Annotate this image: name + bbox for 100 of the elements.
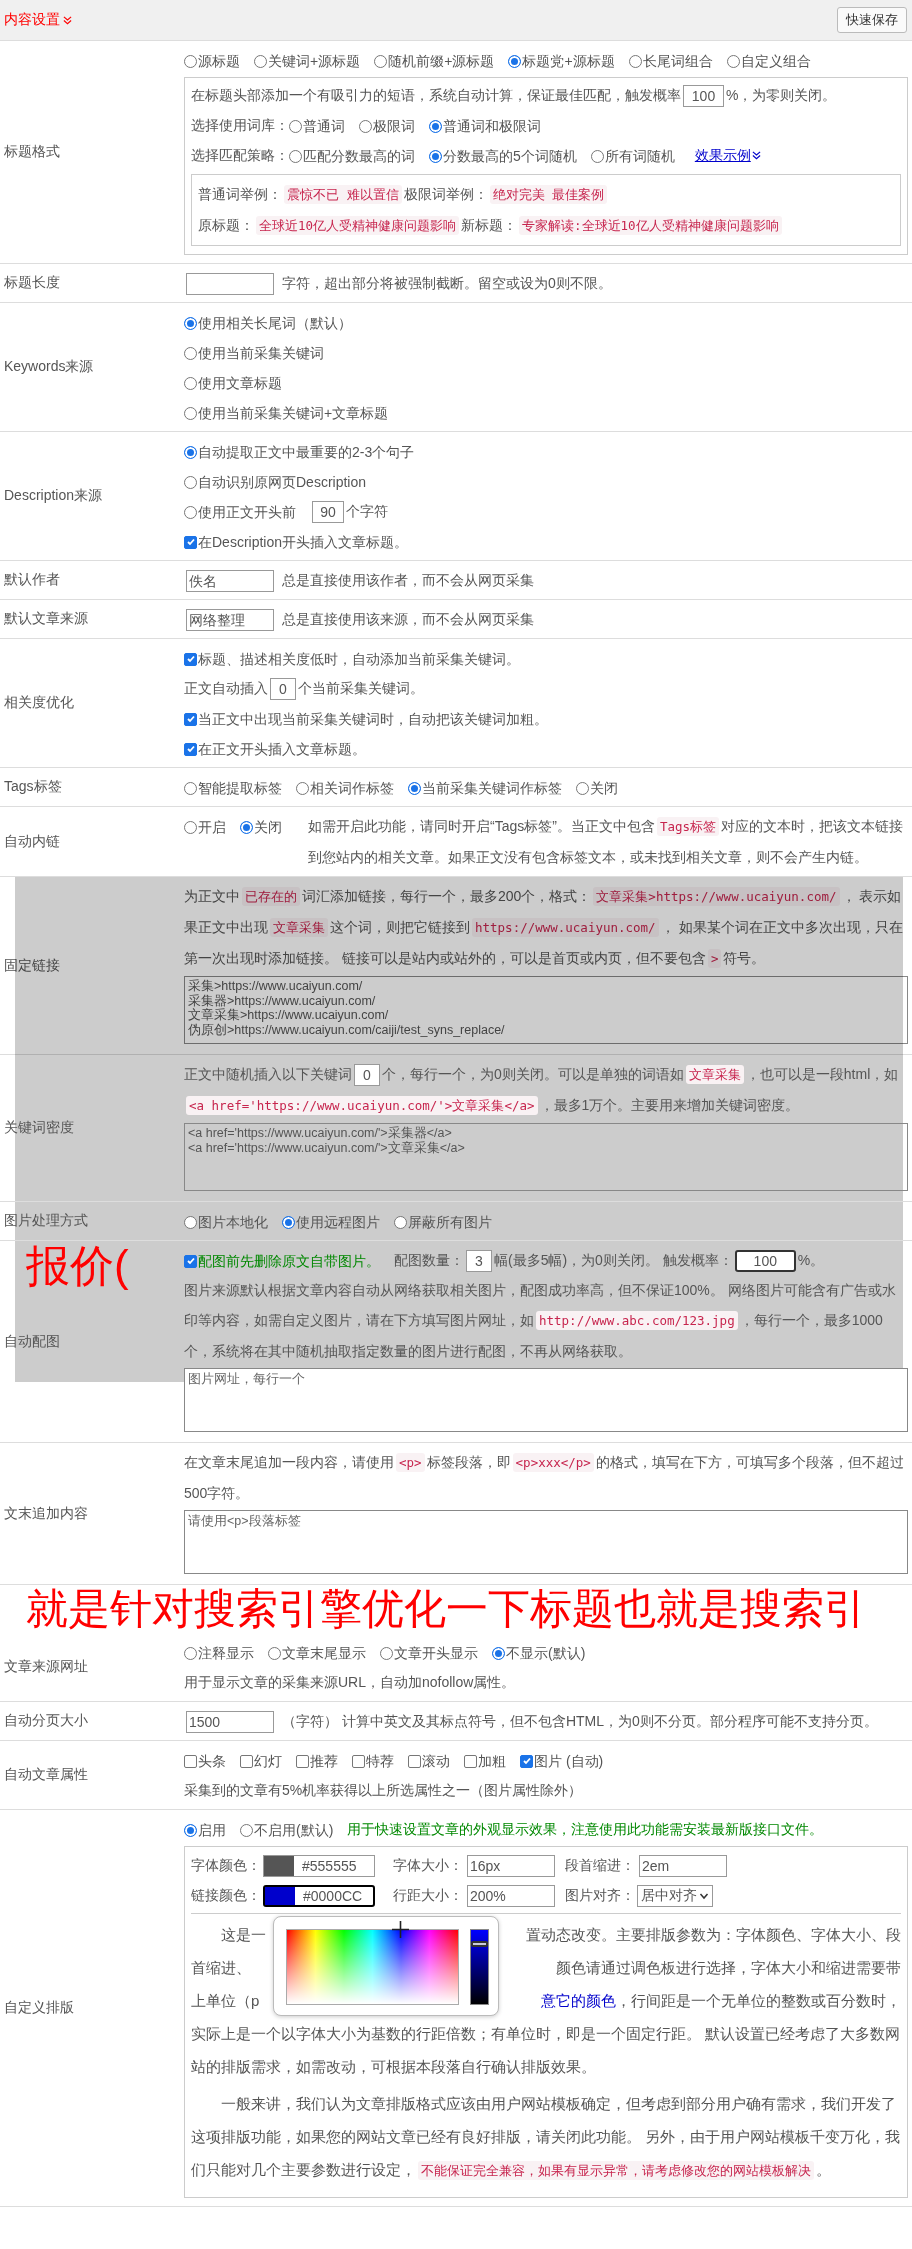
radio-button[interactable] xyxy=(184,406,197,420)
radio-button[interactable] xyxy=(184,346,197,360)
textarea-field[interactable]: <a href='https://www.ucaiyun.com/'>采集器</a> <a href='https://www.ucaiyun.com/'>文章采集</a> xyxy=(184,1123,908,1191)
radio-button[interactable] xyxy=(184,475,197,489)
checkbox-label[interactable]: 特荐 xyxy=(366,1751,394,1772)
radio-label[interactable]: 自动识别原网页Description xyxy=(198,472,367,493)
radio-label[interactable]: 长尾词组合 xyxy=(642,51,713,72)
radio-button[interactable] xyxy=(359,119,372,133)
textarea-field[interactable]: 采集>https://www.ucaiyun.com/ 采集器>https://www.ucaiyun.com/ 文章采集>https://www.ucaiyun.com/ 伪原创>https://www.ucaiyun.com/caiji/test_syns_replace/ xyxy=(184,976,908,1044)
radio-label[interactable]: 关闭 xyxy=(254,817,282,838)
radio-button[interactable] xyxy=(429,119,442,133)
radio-label[interactable]: 自动提取正文中最重要的2-3个句子 xyxy=(198,442,415,463)
radio-label[interactable]: 关闭 xyxy=(590,778,618,799)
checkbox[interactable] xyxy=(464,1754,477,1768)
radio-button[interactable] xyxy=(380,1646,393,1660)
checkbox[interactable] xyxy=(184,1754,197,1768)
input-field[interactable]: 网络整理 xyxy=(186,609,274,632)
radio-button[interactable] xyxy=(184,376,197,390)
example-link[interactable]: 效果示例 xyxy=(694,140,761,170)
radio-button[interactable] xyxy=(726,54,740,68)
radio-label[interactable]: 普通词 xyxy=(303,116,345,137)
radio-label[interactable]: 开启 xyxy=(198,817,226,838)
radio-label[interactable]: 极限词 xyxy=(373,116,415,137)
radio-label[interactable]: 使用正文开头前 xyxy=(198,502,296,523)
input-field[interactable]: 佚名 xyxy=(186,570,274,593)
number-field[interactable]: 0 xyxy=(270,678,296,701)
checkbox[interactable] xyxy=(184,712,197,726)
textarea-field[interactable]: 请使用<p>段落标签 xyxy=(184,1510,908,1574)
radio-label[interactable]: 使用相关长尾词（默认） xyxy=(198,313,352,334)
align-select[interactable]: 居中对齐 xyxy=(637,1885,713,1907)
checkbox[interactable] xyxy=(184,652,197,666)
checkbox[interactable] xyxy=(184,535,197,549)
input-field[interactable]: 200% xyxy=(467,1885,555,1907)
radio-button[interactable] xyxy=(289,119,302,133)
radio-button[interactable] xyxy=(394,1215,407,1229)
radio-button[interactable] xyxy=(184,781,197,795)
checkbox[interactable] xyxy=(240,1754,253,1768)
radio-button[interactable] xyxy=(184,505,197,519)
radio-label[interactable]: 屏蔽所有图片 xyxy=(408,1212,492,1233)
radio-label[interactable]: 注释显示 xyxy=(198,1643,254,1664)
textarea-field[interactable]: 图片网址，每行一个 xyxy=(184,1368,908,1432)
radio-label[interactable]: 所有词随机 xyxy=(604,146,675,167)
checkbox[interactable] xyxy=(520,1754,533,1768)
input-field[interactable]: 16px xyxy=(467,1855,555,1877)
radio-label[interactable]: 使用文章标题 xyxy=(198,373,282,394)
radio-button[interactable] xyxy=(184,316,197,330)
radio-label[interactable]: 当前采集关键词作标签 xyxy=(422,778,562,799)
color-field[interactable]: #555555 xyxy=(263,1855,375,1877)
number-field[interactable]: 100 xyxy=(683,85,724,108)
number-field[interactable]: 100 xyxy=(734,1250,796,1273)
checkbox-label[interactable]: 标题、描述相关度低时，自动添加当前采集关键词。 xyxy=(198,649,520,670)
radio-button[interactable] xyxy=(254,54,267,68)
color-gradient[interactable] xyxy=(286,1929,459,2005)
slider-handle[interactable] xyxy=(471,1940,488,1947)
checkbox-label[interactable]: 滚动 xyxy=(422,1751,450,1772)
radio-label[interactable]: 不显示(默认) xyxy=(506,1643,586,1664)
radio-button[interactable] xyxy=(576,781,589,795)
radio-button[interactable] xyxy=(268,1646,281,1660)
radio-label[interactable]: 图片本地化 xyxy=(198,1212,268,1233)
radio-button[interactable] xyxy=(374,54,388,68)
crosshair-icon[interactable] xyxy=(392,1921,409,1938)
radio-label[interactable]: 智能提取标签 xyxy=(198,778,282,799)
radio-label[interactable]: 使用远程图片 xyxy=(296,1212,380,1233)
checkbox-label[interactable]: 幻灯 xyxy=(254,1751,282,1772)
input-field[interactable]: 1500 xyxy=(186,1711,274,1734)
radio-label[interactable]: 自定义组合 xyxy=(740,51,811,72)
save-button[interactable]: 快速保存 xyxy=(837,7,907,33)
checkbox-label[interactable]: 头条 xyxy=(198,1751,226,1772)
checkbox[interactable] xyxy=(184,742,197,756)
radio-label[interactable]: 相关词作标签 xyxy=(310,778,394,799)
checkbox-label[interactable]: 加粗 xyxy=(478,1751,506,1772)
radio-label[interactable]: 使用当前采集关键词+文章标题 xyxy=(198,403,389,424)
radio-button[interactable] xyxy=(429,149,442,163)
radio-button[interactable] xyxy=(408,781,421,795)
checkbox-label[interactable]: 在Description开头插入文章标题。 xyxy=(198,532,409,553)
radio-label[interactable]: 分数最高的5个词随机 xyxy=(443,146,577,167)
radio-button[interactable] xyxy=(492,1646,505,1660)
radio-label[interactable]: 随机前缀+源标题 xyxy=(388,51,495,72)
radio-label[interactable]: 标题党+源标题 xyxy=(522,51,615,72)
radio-button[interactable] xyxy=(240,820,253,834)
checkbox[interactable] xyxy=(408,1754,421,1768)
radio-button[interactable] xyxy=(184,1823,197,1837)
checkbox-label[interactable]: 当正文中出现当前采集关键词时，自动把该关键词加粗。 xyxy=(198,709,548,730)
radio-label[interactable]: 文章末尾显示 xyxy=(282,1643,366,1664)
radio-button[interactable] xyxy=(240,1823,253,1837)
hue-slider[interactable] xyxy=(470,1929,489,2005)
radio-button[interactable] xyxy=(184,1215,197,1229)
radio-button[interactable] xyxy=(296,781,309,795)
checkbox[interactable] xyxy=(352,1754,365,1768)
color-field[interactable]: #0000CC xyxy=(263,1885,375,1907)
radio-label[interactable]: 源标题 xyxy=(198,51,240,72)
input-field[interactable]: 2em xyxy=(639,1855,727,1877)
radio-button[interactable] xyxy=(184,54,197,68)
radio-button[interactable] xyxy=(282,1215,295,1229)
radio-button[interactable] xyxy=(590,149,604,163)
radio-button[interactable] xyxy=(508,54,522,68)
number-field[interactable]: 90 xyxy=(312,501,344,524)
radio-label[interactable]: 使用当前采集关键词 xyxy=(198,343,324,364)
radio-label[interactable]: 不启用(默认) xyxy=(254,1820,334,1841)
radio-label[interactable]: 启用 xyxy=(198,1820,226,1841)
